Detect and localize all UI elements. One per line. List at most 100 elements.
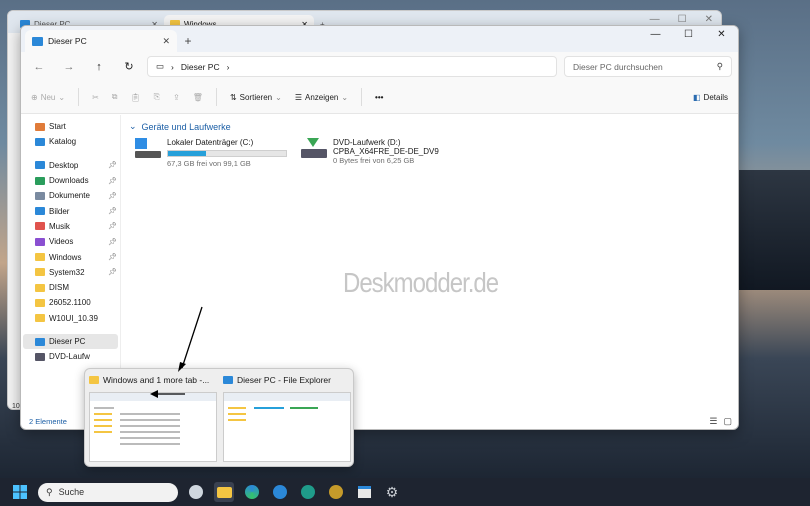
desktop-icon (35, 161, 45, 170)
edge-icon[interactable] (242, 482, 262, 502)
refresh-icon[interactable]: ↻ (117, 56, 141, 78)
preview-title: Windows and 1 more tab -... (103, 375, 210, 385)
drive-d[interactable]: DVD-Laufwerk (D:) CPBA_X64FRE_DE-DE_DV9 … (301, 138, 439, 165)
store-icon[interactable] (354, 482, 374, 502)
pin-icon[interactable]: 📌︎ (108, 177, 117, 185)
chevron-right-icon[interactable]: › (227, 62, 230, 72)
details-button[interactable]: ◧ Details (693, 93, 728, 102)
sidebar-item-downloads[interactable]: Downloads 📌︎ (21, 173, 120, 188)
drive-name: DVD-Laufwerk (D:) (333, 138, 401, 147)
sidebar-item-musik[interactable]: Musik 📌︎ (21, 219, 120, 234)
group-header[interactable]: ⌄ Geräte und Laufwerke (127, 121, 732, 132)
pin-icon[interactable]: 📌︎ (108, 238, 117, 246)
preview-dieser-pc[interactable]: Dieser PC - File Explorer (223, 375, 351, 462)
preview-thumbnail[interactable] (89, 392, 217, 462)
pc-icon (35, 337, 45, 346)
sidebar-item-label: W10UI_10.39 (49, 313, 98, 323)
tiles-view-icon[interactable]: ▢ (723, 416, 732, 427)
sidebar-item-desktop[interactable]: Desktop 📌︎ (21, 158, 120, 173)
drive-c[interactable]: Lokaler Datenträger (C:) 67,3 GB frei vo… (135, 138, 287, 168)
edge-canary-icon[interactable] (326, 482, 346, 502)
pin-icon[interactable]: 📌︎ (108, 268, 117, 276)
copy-icon[interactable]: ⧉ (112, 92, 118, 102)
details-label: Details (703, 92, 728, 102)
folder-icon (89, 376, 99, 384)
sidebar-item-label: System32 (49, 267, 85, 277)
sidebar-item-dvd-laufw[interactable]: DVD-Laufw (21, 349, 120, 364)
tab-label: Dieser PC (48, 36, 87, 46)
sidebar-item-label: Katalog (49, 137, 77, 147)
pc-icon (223, 376, 233, 384)
breadcrumb[interactable]: Dieser PC (181, 62, 220, 72)
pin-icon[interactable]: 📌︎ (108, 207, 117, 215)
back-arrow-icon[interactable]: ← (27, 56, 51, 78)
video-icon (35, 237, 45, 246)
plus-circle-icon: ⊕ (31, 92, 38, 102)
sidebar-item-katalog[interactable]: Katalog (21, 134, 120, 149)
sidebar-item-dokumente[interactable]: Dokumente 📌︎ (21, 188, 120, 203)
sidebar-item-label: Musik (49, 221, 70, 231)
more-options-button[interactable]: ••• (375, 93, 383, 102)
sidebar-item-dism[interactable]: DISM (21, 280, 120, 295)
file-explorer-icon[interactable] (214, 482, 234, 502)
group-label: Geräte und Laufwerke (141, 121, 231, 132)
gallery-icon (35, 137, 45, 146)
widgets-icon[interactable] (186, 482, 206, 502)
start-icon[interactable] (10, 482, 30, 502)
sidebar-item-start[interactable]: Start (21, 119, 120, 134)
pin-icon[interactable]: 📌︎ (108, 192, 117, 200)
forward-arrow-icon[interactable]: → (57, 56, 81, 78)
folder-icon (35, 268, 45, 277)
share-icon[interactable]: ⇪ (173, 93, 180, 102)
details-pane-icon: ◧ (692, 92, 701, 102)
sidebar-item-26052-1100[interactable]: 26052.1100 (21, 295, 120, 310)
back-window-controls[interactable]: — ☐ ✕ (650, 14, 713, 25)
sidebar-item-system32[interactable]: System32 📌︎ (21, 265, 120, 280)
edge-dev-icon[interactable] (298, 482, 318, 502)
close-button[interactable]: ✕ (705, 26, 738, 42)
new-button[interactable]: ⊕ Neu ⌄ (31, 93, 65, 102)
sidebar-item-dieser-pc[interactable]: Dieser PC (23, 333, 118, 350)
tab-dieser-pc[interactable]: Dieser PC ✕ (25, 30, 177, 52)
sidebar-item-label: Downloads (49, 176, 89, 186)
hard-drive-icon (135, 138, 161, 162)
cut-icon[interactable]: ✂ (92, 93, 99, 102)
sidebar-item-videos[interactable]: Videos 📌︎ (21, 234, 120, 249)
drive-label: CPBA_X64FRE_DE-DE_DV9 (333, 147, 439, 156)
sidebar-item-w10ui-10-39[interactable]: W10UI_10.39 (21, 311, 120, 326)
search-icon: ⚲ (716, 61, 723, 71)
sidebar-item-windows[interactable]: Windows 📌︎ (21, 249, 120, 264)
command-bar: ⊕ Neu ⌄ ✂ ⧉ 📋︎ ⎘ ⇪ 🗑︎ ⇅ Sortieren ⌄ ☰ Anzeige… (21, 81, 738, 114)
pin-icon[interactable]: 📌︎ (108, 222, 117, 230)
search-input[interactable]: Dieser PC durchsuchen ⚲ (564, 56, 732, 77)
paste-icon[interactable]: 📋︎ (131, 93, 141, 102)
new-label: Neu (40, 92, 56, 102)
address-box[interactable]: ▭ › Dieser PC › (147, 56, 557, 77)
sort-button[interactable]: ⇅ Sortieren ⌄ (230, 93, 282, 102)
view-button[interactable]: ☰ Anzeigen ⌄ (295, 93, 348, 102)
edge-beta-icon[interactable] (270, 482, 290, 502)
taskbar: ⚲ Suche ⚙ (0, 478, 810, 506)
details-view-icon[interactable]: ☰ (709, 416, 717, 427)
dvd-icon (35, 352, 45, 361)
item-count: 2 Elemente (29, 417, 67, 426)
rename-icon[interactable]: ⎘ (154, 92, 160, 102)
up-arrow-icon[interactable]: ↑ (87, 56, 111, 78)
taskbar-search[interactable]: ⚲ Suche (38, 482, 178, 502)
pin-icon[interactable]: 📌︎ (108, 253, 117, 261)
pin-icon[interactable]: 📌︎ (108, 161, 117, 169)
sidebar-item-bilder[interactable]: Bilder 📌︎ (21, 203, 120, 218)
new-tab-button[interactable]: + (177, 30, 199, 52)
close-tab-icon[interactable]: ✕ (162, 36, 170, 47)
settings-gear-icon[interactable]: ⚙ (382, 482, 402, 502)
watermark: Deskmodder.de (343, 267, 499, 299)
preview-thumbnail[interactable] (223, 392, 351, 462)
minimize-button[interactable]: — (639, 26, 672, 42)
address-bar-row: ← → ↑ ↻ ▭ › Dieser PC › Dieser PC durchs… (21, 52, 738, 81)
preview-windows[interactable]: Windows and 1 more tab -... (89, 375, 217, 462)
delete-icon[interactable]: 🗑︎ (193, 93, 203, 102)
sidebar-item-label: Videos (49, 237, 74, 247)
search-label: Suche (58, 487, 85, 497)
maximize-button[interactable]: ☐ (672, 26, 705, 42)
taskbar-thumbnail-preview: Windows and 1 more tab -... Dieser PC - … (84, 368, 354, 467)
